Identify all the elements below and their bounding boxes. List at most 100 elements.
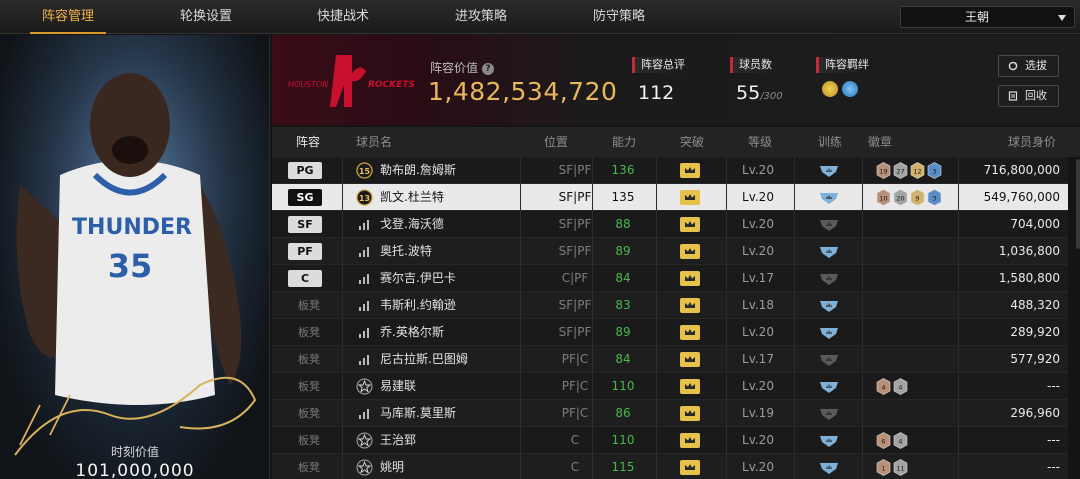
badge-medals: 44	[868, 373, 958, 400]
header-position[interactable]: 位置	[544, 127, 568, 157]
player-price: 296,960	[1010, 406, 1060, 420]
table-row[interactable]: 板凳 姚明 C 115 Lv.20 1 11 ---	[272, 454, 1068, 479]
hexagon-medal-icon[interactable]: 1	[876, 459, 891, 476]
svg-text:12: 12	[913, 168, 921, 176]
select-button[interactable]: 选拔	[998, 55, 1059, 77]
training-shield-icon[interactable]	[819, 434, 839, 448]
crown-icon[interactable]	[680, 244, 700, 259]
hexagon-medal-icon[interactable]: 3	[927, 189, 942, 206]
training-shield-icon[interactable]	[819, 380, 839, 394]
rank-badge-icon: 13	[356, 189, 373, 206]
player-name: 戈登.海沃德	[380, 217, 444, 231]
lineup-rating-label: 阵容总评	[632, 57, 685, 73]
header-badges[interactable]: 徽章	[868, 127, 892, 157]
table-row[interactable]: 板凳 易建联 PF|C 110 Lv.20 4 4 ---	[272, 373, 1068, 400]
header-player-price[interactable]: 球员身价	[1008, 127, 1056, 157]
rank-badge-icon: 15	[356, 162, 373, 179]
table-row[interactable]: C 赛尔吉.伊巴卡 C|PF 84 Lv.17 1,580,800	[272, 265, 1068, 292]
table-row[interactable]: 板凳 韦斯利.约翰逊 SF|PF 83 Lv.18 488,320	[272, 292, 1068, 319]
hexagon-medal-icon[interactable]: 27	[893, 162, 908, 179]
player-level: Lv.20	[742, 217, 774, 231]
hexagon-medal-icon[interactable]: 12	[910, 162, 925, 179]
hexagon-medal-icon[interactable]: 4	[893, 378, 908, 395]
training-shield-icon[interactable]	[819, 218, 839, 232]
player-level: Lv.20	[742, 325, 774, 339]
crown-icon[interactable]	[680, 433, 700, 448]
slot-badge: SG	[288, 189, 322, 206]
lineup-summary: HOUSTON ROCKETS 阵容价值? 1,482,534,720 阵容总评…	[272, 35, 1080, 125]
training-shield-icon[interactable]	[819, 245, 839, 259]
player-level: Lv.20	[742, 190, 774, 204]
table-row[interactable]: 板凳 乔.英格尔斯 SF|PF 89 Lv.20 289,920	[272, 319, 1068, 346]
player-count-label: 球员数	[730, 57, 783, 73]
crown-icon[interactable]	[680, 217, 700, 232]
tab-lineup-management[interactable]: 阵容管理	[30, 0, 106, 34]
help-icon[interactable]: ?	[482, 63, 495, 75]
svg-text:27: 27	[896, 168, 904, 176]
player-ability: 115	[611, 460, 635, 474]
bond-gold-icon[interactable]	[822, 81, 838, 97]
table-header: 阵容 球员名 位置 能力 突破 等级 训练 徽章 球员身价	[272, 127, 1080, 157]
header-ability[interactable]: 能力	[612, 127, 636, 157]
crown-icon[interactable]	[680, 271, 700, 286]
hexagon-medal-icon[interactable]: 19	[876, 162, 891, 179]
training-shield-icon[interactable]	[819, 164, 839, 178]
player-count-number: 55	[736, 82, 761, 104]
player-price: 577,920	[1010, 352, 1060, 366]
player-level: Lv.20	[742, 379, 774, 393]
table-scrollbar[interactable]	[1076, 159, 1080, 249]
table-row[interactable]: 板凳 尼古拉斯.巴图姆 PF|C 84 Lv.17 577,920	[272, 346, 1068, 373]
crown-icon[interactable]	[680, 352, 700, 367]
training-shield-icon[interactable]	[819, 299, 839, 313]
player-ability: 89	[615, 244, 631, 258]
table-row[interactable]: 板凳 马库斯.莫里斯 PF|C 86 Lv.19 296,960	[272, 400, 1068, 427]
training-shield-icon[interactable]	[819, 191, 839, 205]
crown-icon[interactable]	[680, 406, 700, 421]
player-name: 王治郅	[380, 433, 417, 447]
training-shield-icon[interactable]	[819, 407, 839, 421]
tab-defense-strategy[interactable]: 防守策略	[581, 0, 657, 34]
table-row[interactable]: PG 15 勒布朗.詹姆斯 SF|PF 136 Lv.20 19 27 12 3 716,800,0…	[272, 157, 1068, 184]
training-shield-icon[interactable]	[819, 461, 839, 475]
header-slot[interactable]: 阵容	[296, 127, 320, 157]
svg-text:9: 9	[915, 195, 919, 203]
lineup-table: 阵容 球员名 位置 能力 突破 等级 训练 徽章 球员身价 PG 15 勒布朗.詹姆…	[272, 127, 1080, 479]
player-portrait-card[interactable]: THUNDER 35 时刻价值 101,000,000	[0, 35, 270, 479]
hexagon-medal-icon[interactable]: 6	[876, 432, 891, 449]
table-row[interactable]: SF 戈登.海沃德 SF|PF 88 Lv.20 704,000	[272, 211, 1068, 238]
header-level[interactable]: 等级	[748, 127, 772, 157]
training-shield-icon[interactable]	[819, 326, 839, 340]
hexagon-medal-icon[interactable]: 4	[876, 378, 891, 395]
lineup-value-label: 阵容价值?	[430, 59, 495, 76]
crown-icon[interactable]	[680, 298, 700, 313]
table-row[interactable]: 板凳 王治郅 C 110 Lv.20 6 4 ---	[272, 427, 1068, 454]
tab-offense-strategy[interactable]: 进攻策略	[443, 0, 519, 34]
recycle-button[interactable]: 回收	[998, 85, 1059, 107]
player-price: ---	[1047, 433, 1060, 447]
training-shield-icon[interactable]	[819, 272, 839, 286]
header-training[interactable]: 训练	[818, 127, 842, 157]
hexagon-medal-icon[interactable]: 3	[927, 162, 942, 179]
svg-text:4: 4	[898, 384, 902, 392]
table-row[interactable]: PF 奥托.波特 SF|PF 89 Lv.20 1,036,800	[272, 238, 1068, 265]
crown-icon[interactable]	[680, 190, 700, 205]
crown-icon[interactable]	[680, 460, 700, 475]
hexagon-medal-icon[interactable]: 20	[893, 189, 908, 206]
table-row[interactable]: SG 13 凯文.杜兰特 SF|PF 135 Lv.20 10 20 9 3 549,760,000	[272, 184, 1068, 211]
tab-quick-tactics[interactable]: 快捷战术	[305, 0, 381, 34]
training-shield-icon[interactable]	[819, 353, 839, 367]
crown-icon[interactable]	[680, 325, 700, 340]
hexagon-medal-icon[interactable]: 11	[893, 459, 908, 476]
badge-medals: 64	[868, 427, 958, 454]
header-player-name[interactable]: 球员名	[356, 127, 392, 157]
user-dropdown[interactable]: 王朝	[900, 6, 1075, 28]
crown-icon[interactable]	[680, 163, 700, 178]
hexagon-medal-icon[interactable]: 9	[910, 189, 925, 206]
player-name: 奥托.波特	[380, 244, 432, 258]
tab-rotation-settings[interactable]: 轮换设置	[168, 0, 244, 34]
crown-icon[interactable]	[680, 379, 700, 394]
header-breakthrough[interactable]: 突破	[680, 127, 704, 157]
hexagon-medal-icon[interactable]: 4	[893, 432, 908, 449]
hexagon-medal-icon[interactable]: 10	[876, 189, 891, 206]
bond-blue-icon[interactable]	[842, 81, 858, 97]
